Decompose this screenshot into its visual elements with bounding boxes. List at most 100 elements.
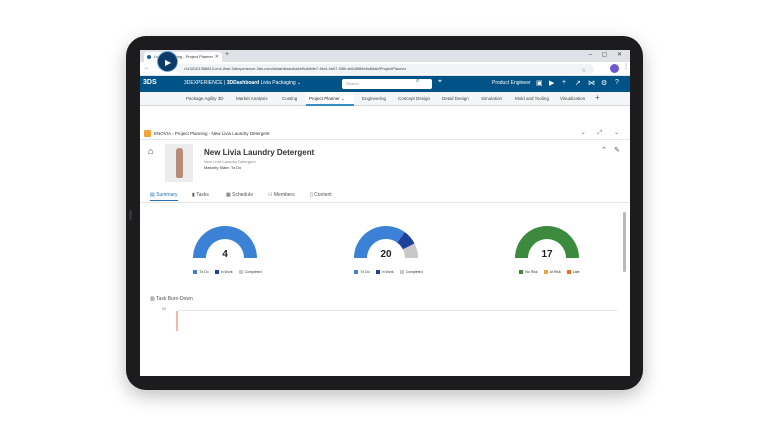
- gauge-chart: 17: [515, 226, 579, 260]
- tab-simulation[interactable]: Simulation: [481, 92, 502, 106]
- gauge-segment: [354, 226, 405, 258]
- star-icon[interactable]: ☆: [582, 66, 586, 74]
- project-title: New Livia Laundry Detergent: [204, 148, 315, 157]
- url-field[interactable]: r1132101358812-eu1-ifwe.3dexperience.3ds…: [176, 64, 594, 74]
- window-controls[interactable]: – ▢ ✕: [589, 51, 626, 58]
- tabs-divider: [140, 202, 630, 203]
- gauge-chart: 20: [354, 226, 418, 260]
- tablet-camera: [129, 210, 132, 220]
- tag-icon[interactable]: ⌖: [438, 78, 442, 86]
- profile-avatar[interactable]: [610, 64, 619, 73]
- tab-mold-tooling[interactable]: Mold and Tooling: [515, 92, 549, 106]
- brand-space[interactable]: Livia Packaging: [261, 80, 296, 86]
- network-icon[interactable]: ⋈: [588, 79, 595, 87]
- tab-package-agility[interactable]: Package Agility 3D: [186, 92, 224, 106]
- help-icon[interactable]: ?: [615, 79, 619, 86]
- burndown-tick: 20: [162, 307, 166, 311]
- calendar-icon: ▦: [226, 192, 231, 198]
- edit-icon[interactable]: ✎: [614, 146, 620, 154]
- search-icon[interactable]: ⌕: [416, 78, 419, 85]
- chart-icon: ▥: [150, 296, 155, 302]
- tab-concept-design[interactable]: Concept Design: [398, 92, 430, 106]
- tab-engineering[interactable]: Engineering: [362, 92, 386, 106]
- legend-label: Completed: [405, 270, 423, 274]
- legend-swatch-inwork: [375, 270, 380, 275]
- gauge-value: 20: [380, 249, 392, 260]
- tab-project-planner-label: Project Planner: [309, 96, 340, 101]
- user-role[interactable]: Product Engineer: [492, 80, 531, 86]
- legend-label: In Work: [220, 270, 233, 274]
- tools-icon[interactable]: ⚙: [601, 79, 607, 87]
- gauge-legend: No Risk At Risk Late: [468, 270, 626, 275]
- burndown-bar: [176, 311, 178, 331]
- app-top-bar: 3DS 3DEXPERIENCE | 3DDashboard Livia Pac…: [140, 76, 630, 92]
- tab-market-analysis[interactable]: Market Analysis: [236, 92, 268, 106]
- legend-swatch-inwork: [214, 270, 219, 275]
- address-bar: ← → ⟳ ⌂ r1132101358812-eu1-ifwe.3dexperi…: [140, 62, 630, 76]
- close-tab-icon[interactable]: ✕: [215, 52, 219, 62]
- legend-label: No Risk: [525, 270, 538, 274]
- legend-swatch-norisk: [519, 270, 524, 275]
- tab-schedule[interactable]: ▦ Schedule: [226, 190, 253, 200]
- compass-button[interactable]: ▶: [157, 51, 178, 72]
- widget-title: ENOVIA - Project Planning - New Livia La…: [154, 131, 270, 136]
- maturity-state: Maturity State: To Do: [204, 165, 242, 170]
- gauge-card-tasks-status: 4 To Do In Work Completed: [146, 208, 304, 288]
- legend-swatch-completed: [238, 270, 243, 275]
- legend-label: Completed: [244, 270, 262, 274]
- browser-tab[interactable]: Livia Packaging - Project Planner ✕: [144, 52, 222, 62]
- project-subtitle: New Livia Laundry Detergent: [204, 159, 256, 164]
- url-text: r1132101358812-eu1-ifwe.3dexperience.3ds…: [184, 66, 407, 71]
- scrollbar[interactable]: [623, 212, 626, 272]
- legend-swatch-late: [566, 270, 571, 275]
- gauge-value: 4: [222, 249, 228, 260]
- widget-header: ENOVIA - Project Planning - New Livia La…: [140, 128, 630, 140]
- play-icon[interactable]: ▶: [549, 79, 554, 87]
- legend-swatch-todo: [193, 270, 198, 275]
- gauge-legend: To Do In Work Completed: [146, 270, 304, 275]
- tab-content[interactable]: ▯ Content: [310, 190, 332, 200]
- add-tab-icon[interactable]: +: [595, 93, 600, 102]
- legend-swatch-atrisk: [543, 270, 548, 275]
- browser-menu-icon[interactable]: ⋮: [623, 63, 629, 70]
- tab-summary-label: Summary: [156, 192, 178, 198]
- tab-content-label: Content: [314, 192, 332, 198]
- add-icon[interactable]: +: [562, 79, 566, 86]
- tab-summary[interactable]: ▤ Summary: [150, 190, 178, 201]
- tab-visualization[interactable]: Visualization: [560, 92, 585, 106]
- legend-label: In Work: [381, 270, 394, 274]
- avatar-icon[interactable]: ▣: [536, 79, 543, 87]
- people-icon: ⚇: [268, 192, 273, 198]
- new-tab-button[interactable]: +: [225, 51, 229, 58]
- 3ds-logo: 3DS: [143, 79, 157, 86]
- legend-label: At Risk: [549, 270, 561, 274]
- brand-prefix: 3DEXPERIENCE: [184, 80, 223, 86]
- tab-detail-design[interactable]: Detail Design: [442, 92, 469, 106]
- compass-play-icon: ▶: [165, 58, 172, 67]
- tab-costing[interactable]: Costing: [282, 92, 297, 106]
- legend-swatch-todo: [354, 270, 359, 275]
- tab-tasks[interactable]: ▮ Tasks: [192, 190, 209, 200]
- tab-tasks-label: Tasks: [196, 192, 209, 198]
- brand-app: 3DDashboard: [226, 80, 260, 86]
- screen: Livia Packaging - Project Planner ✕ + – …: [140, 50, 630, 376]
- content-tabs: ▤ Summary ▮ Tasks ▦ Schedule ⚇ Members ▯…: [146, 190, 626, 201]
- tab-members[interactable]: ⚇ Members: [268, 190, 295, 200]
- clipboard-icon: ▮: [192, 192, 195, 198]
- home-icon[interactable]: ⌂: [148, 146, 153, 156]
- burndown-title-text: Task Burn-Down: [156, 296, 193, 302]
- document-icon: ▯: [310, 192, 313, 198]
- burndown-axis: [178, 310, 618, 311]
- gauge-card-deliverables-status: 20 To Do In Work Completed: [307, 208, 465, 288]
- tab-project-planner[interactable]: Project Planner ⌄: [306, 92, 354, 106]
- widget-controls[interactable]: ⌄ ⤢ ⌄: [581, 129, 624, 137]
- gauge-value: 17: [541, 249, 553, 260]
- collapse-icon[interactable]: ⌃: [601, 146, 607, 154]
- favicon-icon: [147, 55, 151, 59]
- burndown-title: ▥ Task Burn-Down: [150, 296, 193, 302]
- share-icon[interactable]: ↗: [575, 79, 581, 87]
- brand-title: 3DEXPERIENCE | 3DDashboard Livia Packagi…: [184, 80, 302, 86]
- enovia-icon: [144, 130, 151, 137]
- dashboard-tabs: Package Agility 3D Market Analysis Costi…: [140, 92, 630, 106]
- bottle-image: [176, 148, 183, 178]
